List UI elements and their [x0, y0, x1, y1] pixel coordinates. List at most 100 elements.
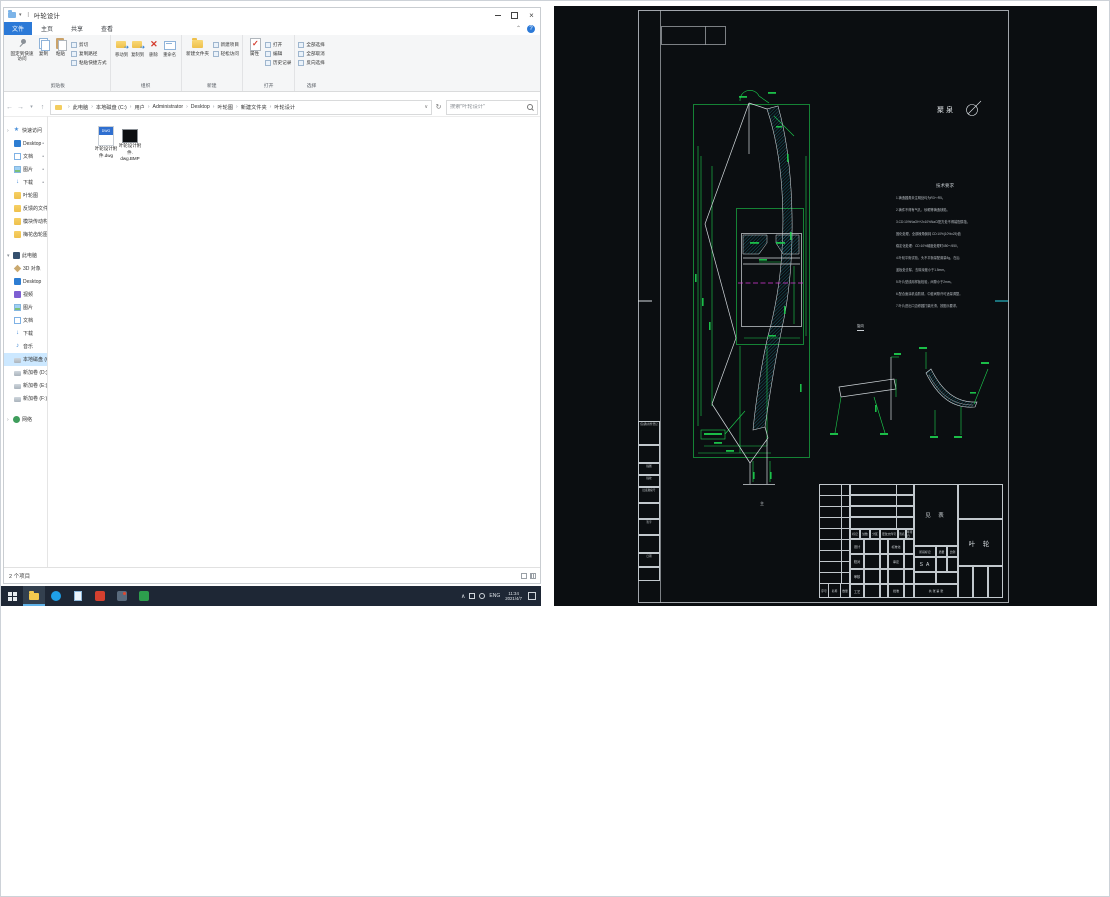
- address-bar[interactable]: › 此电脑 › 本地磁盘 (C:) › 用户 › Administrator › Desktop ›…: [50, 99, 432, 115]
- start-button[interactable]: [1, 586, 23, 606]
- bom-row: [820, 496, 849, 507]
- help-icon[interactable]: ?: [527, 24, 535, 33]
- ribbon-small-button[interactable]: 复制路径: [71, 49, 107, 58]
- ribbon-small-button[interactable]: 剪切: [71, 40, 107, 49]
- taskbar-icon-app-green[interactable]: [133, 586, 155, 606]
- maximize-button[interactable]: [506, 8, 523, 22]
- ribbon-small-button[interactable]: 打开: [264, 40, 291, 49]
- sidebar-item[interactable]: 视频: [4, 288, 47, 301]
- ribbon-small-button[interactable]: 反向选择: [298, 58, 325, 67]
- ribbon-small-button[interactable]: 新建项目: [212, 40, 239, 49]
- hidden-icons-chevron[interactable]: ∧: [461, 593, 465, 600]
- file-tile[interactable]: DWG 叶轮设计附 件.dwg: [94, 124, 118, 159]
- close-button[interactable]: ×: [523, 8, 540, 22]
- taskbar-icon-app-red[interactable]: [89, 586, 111, 606]
- sidebar-item[interactable]: Desktop •: [4, 137, 47, 150]
- breadcrumb-item[interactable]: › 用户: [127, 104, 145, 111]
- breadcrumb-item[interactable]: › Desktop: [183, 104, 210, 111]
- new-folder-button[interactable]: 新建文件夹: [186, 37, 210, 56]
- sidebar-item[interactable]: 3D 对象: [4, 262, 47, 275]
- back-button[interactable]: ←: [4, 104, 15, 111]
- details-view-icon[interactable]: [521, 572, 527, 579]
- breadcrumb-item[interactable]: › Administrator: [145, 104, 183, 111]
- thumbnail-view-icon[interactable]: [530, 572, 536, 579]
- explorer-window: ▾ | 叶轮设计 × 文件 主页 共享 查看 ⌃ ? 固定到快速访问 复制 粘贴…: [3, 7, 541, 584]
- chevron-icon[interactable]: ›: [7, 128, 11, 134]
- chevron-icon[interactable]: ›: [7, 417, 11, 423]
- sidebar-item[interactable]: 梅花齿轮图 •: [4, 228, 47, 241]
- ribbon-button[interactable]: 复制到: [131, 37, 145, 58]
- sidebar-item[interactable]: 新加卷 (F:): [4, 392, 47, 405]
- bom-header: 序号 名称 数量: [820, 583, 849, 597]
- sidebar-item[interactable]: 模块传动构图 •: [4, 215, 47, 228]
- chevron-icon[interactable]: ▾: [7, 253, 11, 259]
- sidebar-item[interactable]: 反馈的文件 •: [4, 202, 47, 215]
- ribbon-small-button[interactable]: 粘贴快捷方式: [71, 58, 107, 67]
- taskbar-icon-explorer[interactable]: [23, 586, 45, 606]
- paste-button[interactable]: 粘贴: [53, 37, 68, 56]
- taskbar-icon-browser[interactable]: [45, 586, 67, 606]
- file-name: 叶轮设计附: [94, 146, 118, 151]
- ribbon-small-button[interactable]: 全部取消: [298, 49, 325, 58]
- address-dropdown-icon[interactable]: ∨: [421, 104, 431, 110]
- item-count: 2 个项目: [9, 573, 31, 580]
- forward-button[interactable]: →: [15, 104, 26, 111]
- sidebar-item[interactable]: 图片: [4, 301, 47, 314]
- tab-share[interactable]: 共享: [62, 22, 92, 35]
- minimize-button[interactable]: [489, 8, 506, 22]
- note-line: 3.CD:10%NaOH+2x10%NaCl配方处不得装配腐蚀，: [896, 220, 970, 224]
- sidebar-item[interactable]: 新加卷 (D:): [4, 366, 47, 379]
- sidebar-item[interactable]: 叶轮图 •: [4, 189, 47, 202]
- file-tile[interactable]: 叶轮设计附 件. dwg.BMP: [118, 124, 142, 163]
- ribbon-button[interactable]: 删除: [147, 37, 161, 58]
- copy-button[interactable]: 复制: [36, 37, 51, 56]
- sidebar-item-icon: [14, 330, 21, 337]
- sidebar-section-this-pc[interactable]: ▾ 此电脑: [4, 249, 47, 262]
- ribbon-small-button[interactable]: 编辑: [264, 49, 291, 58]
- sidebar-item[interactable]: 新加卷 (E:): [4, 379, 47, 392]
- collapse-ribbon-icon[interactable]: ⌃: [516, 25, 521, 32]
- pin-quick-access-button[interactable]: 固定到快速访问: [10, 37, 34, 62]
- up-button[interactable]: ↑: [37, 104, 48, 111]
- tray-icon[interactable]: [479, 593, 486, 599]
- sidebar-section-quick-access[interactable]: › 快速访问: [4, 124, 47, 137]
- ribbon-button[interactable]: 移动到: [115, 37, 129, 58]
- group-label-clipboard: 剪贴板: [50, 84, 65, 89]
- ribbon-button[interactable]: 重命名: [163, 37, 177, 58]
- breadcrumb-item[interactable]: › 叶轮图: [210, 104, 233, 111]
- ribbon-small-button[interactable]: 轻松访问: [212, 49, 239, 58]
- sidebar-item[interactable]: 文档 •: [4, 150, 47, 163]
- properties-button[interactable]: 属性: [247, 37, 262, 56]
- document-icon: [74, 591, 82, 601]
- sidebar-item[interactable]: 本地磁盘 (C:): [4, 353, 47, 366]
- refresh-icon[interactable]: ↻: [432, 103, 445, 111]
- recent-locations-icon[interactable]: ▾: [26, 104, 37, 110]
- sidebar-item[interactable]: 文档: [4, 314, 47, 327]
- breadcrumb-item[interactable]: › 叶轮设计: [267, 104, 295, 111]
- sidebar-item[interactable]: Desktop: [4, 275, 47, 288]
- sidebar-item[interactable]: 图片 •: [4, 163, 47, 176]
- ribbon-small-button[interactable]: 全部选择: [298, 40, 325, 49]
- action-center-icon[interactable]: [528, 592, 536, 600]
- breadcrumb-item[interactable]: › 此电脑: [65, 104, 88, 111]
- taskbar-icon-document[interactable]: [67, 586, 89, 606]
- search-input[interactable]: [447, 104, 527, 110]
- button-icon: [264, 59, 271, 66]
- sidebar-item[interactable]: 音乐: [4, 340, 47, 353]
- breadcrumb-item[interactable]: › 新建文件夹: [233, 104, 267, 111]
- chevron-down-icon[interactable]: ▾: [19, 12, 22, 18]
- breadcrumb-item[interactable]: › 本地磁盘 (C:): [88, 104, 127, 111]
- sidebar-item[interactable]: 下载: [4, 327, 47, 340]
- files-pane[interactable]: DWG 叶轮设计附 件.dwg 叶轮设计附 件. dwg.BMP: [48, 116, 540, 570]
- tab-view[interactable]: 查看: [92, 22, 122, 35]
- sidebar-item[interactable]: 下载 •: [4, 176, 47, 189]
- sidebar-item-icon: [14, 205, 21, 212]
- sidebar-section-network[interactable]: › 网络: [4, 413, 47, 426]
- tab-home[interactable]: 主页: [32, 22, 62, 35]
- taskbar-icon-app-gray[interactable]: [111, 586, 133, 606]
- ribbon-small-button[interactable]: 历史记录: [264, 58, 291, 67]
- language-indicator[interactable]: ENG: [489, 593, 500, 599]
- tab-file[interactable]: 文件: [4, 22, 33, 35]
- tray-icon[interactable]: [469, 593, 476, 599]
- clock[interactable]: 11:34 2021/4/7: [505, 591, 522, 601]
